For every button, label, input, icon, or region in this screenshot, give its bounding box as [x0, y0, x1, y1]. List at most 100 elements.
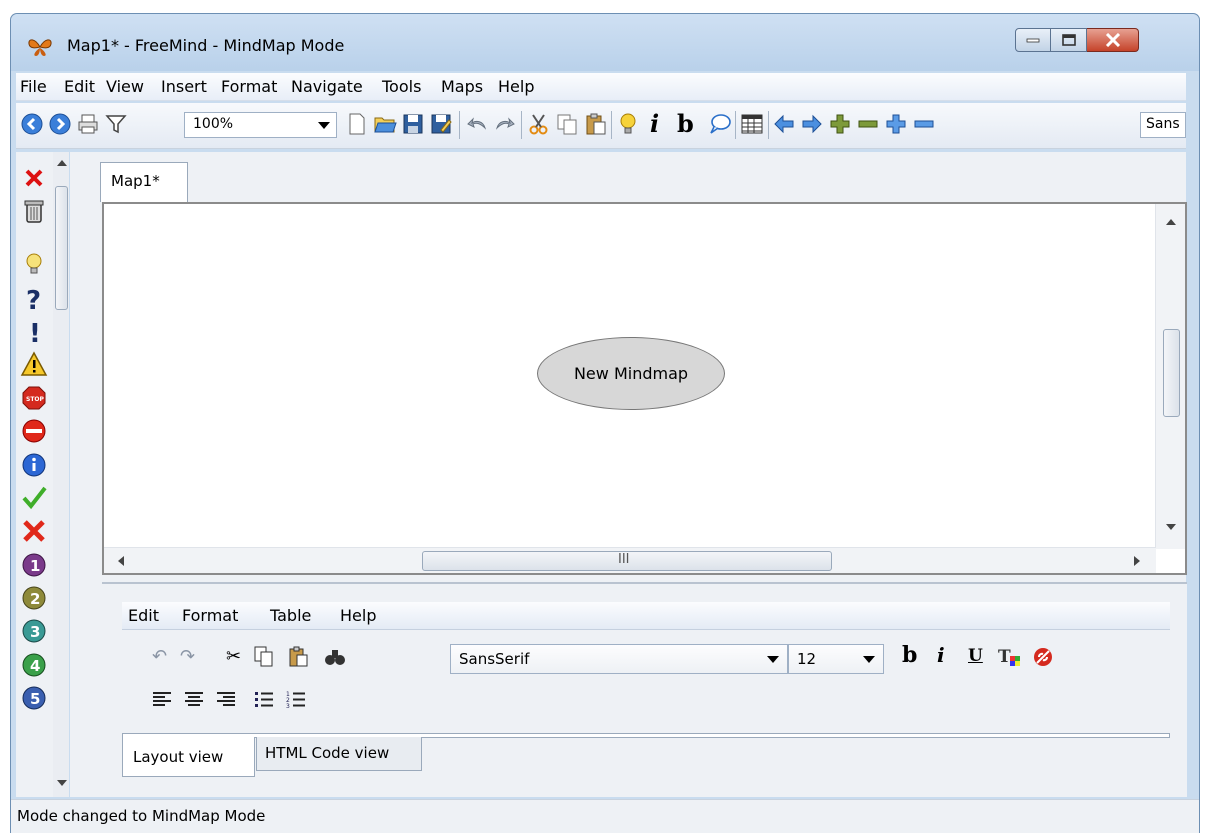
canvas-vertical-scrollbar[interactable]	[1155, 204, 1185, 549]
cross-red-icon[interactable]	[20, 516, 48, 546]
editor-italic-button[interactable]: i	[937, 643, 945, 667]
priority-3-icon[interactable]: 3	[20, 616, 48, 646]
redo-icon[interactable]: ↷	[180, 646, 195, 667]
open-folder-icon[interactable]	[373, 112, 397, 136]
menu-bar: File Edit View Insert Format Navigate To…	[16, 73, 1186, 101]
window-title: Map1* - FreeMind - MindMap Mode	[67, 36, 345, 55]
table-icon[interactable]	[740, 112, 764, 136]
filter-icon[interactable]	[104, 112, 128, 136]
question-icon[interactable]: ?	[20, 283, 48, 316]
root-node[interactable]: New Mindmap	[537, 337, 725, 410]
unlink-icon[interactable]	[1032, 646, 1054, 673]
trash-icon[interactable]	[20, 196, 48, 226]
editor-bold-button[interactable]: b	[902, 642, 917, 668]
copy-icon[interactable]	[555, 112, 579, 136]
cut-icon[interactable]	[527, 112, 551, 136]
arrow-right-icon[interactable]	[800, 112, 824, 136]
cut-icon[interactable]: ✂	[226, 646, 241, 667]
scroll-up-icon[interactable]	[57, 160, 67, 166]
scroll-down-icon[interactable]	[1166, 524, 1176, 530]
bullet-list-icon[interactable]	[254, 690, 274, 713]
maximize-button[interactable]	[1051, 28, 1087, 52]
align-center-icon[interactable]	[184, 690, 204, 713]
exclamation-icon[interactable]: !	[20, 316, 48, 349]
priority-1-icon[interactable]: 1	[20, 550, 48, 580]
no-entry-icon[interactable]	[20, 416, 48, 446]
priority-2-icon[interactable]: 2	[20, 583, 48, 613]
numbered-list-icon[interactable]: 123	[286, 690, 306, 713]
editor-size-select[interactable]: 12	[788, 644, 884, 674]
forward-icon[interactable]	[48, 112, 72, 136]
tab-html-code-view[interactable]: HTML Code view	[256, 737, 422, 771]
menu-view[interactable]: View	[106, 77, 144, 96]
undo-icon[interactable]: ↶	[152, 646, 167, 667]
align-right-icon[interactable]	[216, 690, 236, 713]
editor-underline-button[interactable]: U	[968, 646, 983, 666]
menu-maps[interactable]: Maps	[441, 77, 483, 96]
back-icon[interactable]	[20, 112, 44, 136]
priority-5-icon[interactable]: 5	[20, 683, 48, 713]
menu-file[interactable]: File	[20, 77, 47, 96]
lightbulb-icon[interactable]	[616, 112, 640, 136]
title-bar[interactable]: Map1* - FreeMind - MindMap Mode	[11, 14, 1199, 71]
editor-menu-table[interactable]: Table	[270, 606, 311, 625]
remove-last-icon[interactable]	[20, 162, 48, 192]
svg-text:T: T	[998, 647, 1011, 667]
info-icon[interactable]	[20, 450, 48, 480]
paste-icon[interactable]	[583, 112, 607, 136]
minus-blue-icon[interactable]	[912, 112, 936, 136]
menu-format[interactable]: Format	[221, 77, 277, 96]
cloud-icon[interactable]	[708, 112, 732, 136]
menu-navigate[interactable]: Navigate	[291, 77, 363, 96]
menu-help[interactable]: Help	[498, 77, 534, 96]
redo-icon[interactable]	[493, 112, 517, 136]
status-bar: Mode changed to MindMap Mode	[11, 799, 1199, 833]
tab-layout-view[interactable]: Layout view	[122, 737, 255, 777]
new-file-icon[interactable]	[345, 112, 369, 136]
close-button[interactable]	[1087, 28, 1139, 52]
copy-icon[interactable]	[254, 646, 274, 673]
scroll-up-icon[interactable]	[1166, 219, 1176, 225]
paste-icon[interactable]	[288, 646, 308, 673]
warning-icon[interactable]	[20, 349, 48, 379]
save-as-icon[interactable]	[429, 112, 453, 136]
bold-icon[interactable]: b	[677, 109, 694, 138]
priority-4-icon[interactable]: 4	[20, 650, 48, 680]
horizontal-scroll-thumb[interactable]: III	[422, 551, 832, 571]
font-select[interactable]: Sans	[1140, 112, 1186, 138]
editor-menu-help[interactable]: Help	[340, 606, 376, 625]
editor-menu-edit[interactable]: Edit	[128, 606, 159, 625]
arrow-left-icon[interactable]	[772, 112, 796, 136]
print-icon[interactable]	[76, 112, 100, 136]
minimize-button[interactable]	[1015, 28, 1051, 52]
menu-edit[interactable]: Edit	[64, 77, 95, 96]
find-icon[interactable]	[324, 646, 346, 673]
checkmark-icon[interactable]	[20, 483, 48, 513]
idea-icon[interactable]	[20, 249, 48, 279]
plus-green-icon[interactable]	[828, 112, 852, 136]
menu-tools[interactable]: Tools	[382, 77, 421, 96]
scroll-down-icon[interactable]	[57, 780, 67, 786]
sidebar-scrollbar[interactable]	[53, 152, 69, 797]
undo-icon[interactable]	[465, 112, 489, 136]
text-color-icon[interactable]: T	[998, 646, 1022, 673]
save-icon[interactable]	[401, 112, 425, 136]
svg-text:2: 2	[30, 590, 40, 608]
stop-icon[interactable]: STOP	[20, 383, 48, 413]
menu-insert[interactable]: Insert	[161, 77, 207, 96]
toolbar-separator	[521, 111, 522, 139]
scroll-left-icon[interactable]	[118, 556, 124, 566]
mindmap-canvas[interactable]: New Mindmap III	[102, 202, 1187, 575]
editor-font-select[interactable]: SansSerif	[450, 644, 788, 674]
scroll-right-icon[interactable]	[1134, 556, 1140, 566]
sidebar-scroll-thumb[interactable]	[55, 186, 68, 310]
editor-menu-format[interactable]: Format	[182, 606, 238, 625]
minus-green-icon[interactable]	[856, 112, 880, 136]
canvas-horizontal-scrollbar[interactable]: III	[104, 547, 1156, 573]
plus-blue-icon[interactable]	[884, 112, 908, 136]
italic-icon[interactable]: i	[650, 109, 659, 138]
align-left-icon[interactable]	[152, 690, 172, 713]
tab-map1[interactable]: Map1*	[100, 162, 188, 202]
vertical-scroll-thumb[interactable]	[1163, 329, 1180, 417]
zoom-select[interactable]: 100%	[184, 112, 337, 138]
